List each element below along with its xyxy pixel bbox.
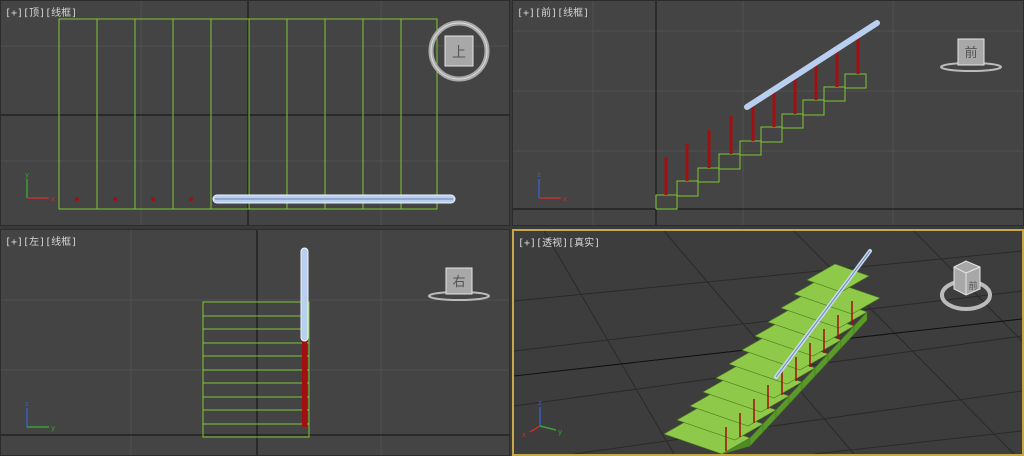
viewport-label-perspective[interactable]: [+][透视][真实] <box>518 234 600 249</box>
svg-text:x: x <box>563 195 567 203</box>
handrail-left[interactable] <box>300 247 309 342</box>
svg-text:前: 前 <box>964 45 977 61</box>
svg-text:y: y <box>25 171 29 179</box>
axis-tripod-icon: z y <box>25 400 55 432</box>
viewport-front[interactable]: [+][前][线框] z x 前 <box>512 0 1024 226</box>
axis-tripod-icon: z x <box>537 171 567 203</box>
viewcube-icon[interactable]: 前 <box>940 260 992 311</box>
viewcube-icon[interactable]: 上 <box>428 20 490 82</box>
svg-text:z: z <box>538 399 542 407</box>
front-view-canvas: z x 前 <box>513 1 1023 225</box>
svg-text:z: z <box>537 171 541 179</box>
stair-profile-front[interactable] <box>655 73 867 210</box>
svg-text:y: y <box>558 428 562 436</box>
axis-tripod-icon: z x y <box>522 399 562 439</box>
viewport-left[interactable]: [+][左][线框] z y 右 <box>0 229 510 456</box>
stairs-3d[interactable] <box>663 263 881 454</box>
viewport-label-top[interactable]: [+][顶][线框] <box>5 4 77 19</box>
viewcube-icon[interactable]: 前 <box>940 38 1002 72</box>
viewport-top[interactable]: [+][顶][线框] y x 上 <box>0 0 510 226</box>
balusters-front[interactable] <box>664 34 860 195</box>
svg-text:x: x <box>51 195 55 203</box>
viewport-perspective[interactable]: [+][透视][真实] z x y 前 <box>512 229 1024 456</box>
svg-text:x: x <box>522 431 526 439</box>
balusters-left[interactable] <box>302 340 307 427</box>
top-view-canvas: y x 上 <box>1 1 509 225</box>
stair-wireframe-left[interactable] <box>202 301 310 438</box>
viewcube-icon[interactable]: 右 <box>428 267 490 301</box>
viewport-label-front[interactable]: [+][前][线框] <box>517 4 589 19</box>
svg-text:前: 前 <box>968 280 977 292</box>
svg-text:z: z <box>25 400 29 408</box>
baluster-dots-top <box>75 197 193 201</box>
svg-text:y: y <box>51 424 55 432</box>
left-view-canvas: z y 右 <box>1 230 509 455</box>
svg-text:右: 右 <box>452 275 465 290</box>
axis-tripod-icon: y x <box>25 171 55 203</box>
svg-text:上: 上 <box>452 45 466 61</box>
viewport-label-left[interactable]: [+][左][线框] <box>5 233 77 248</box>
perspective-view-canvas: z x y 前 <box>514 231 1022 454</box>
